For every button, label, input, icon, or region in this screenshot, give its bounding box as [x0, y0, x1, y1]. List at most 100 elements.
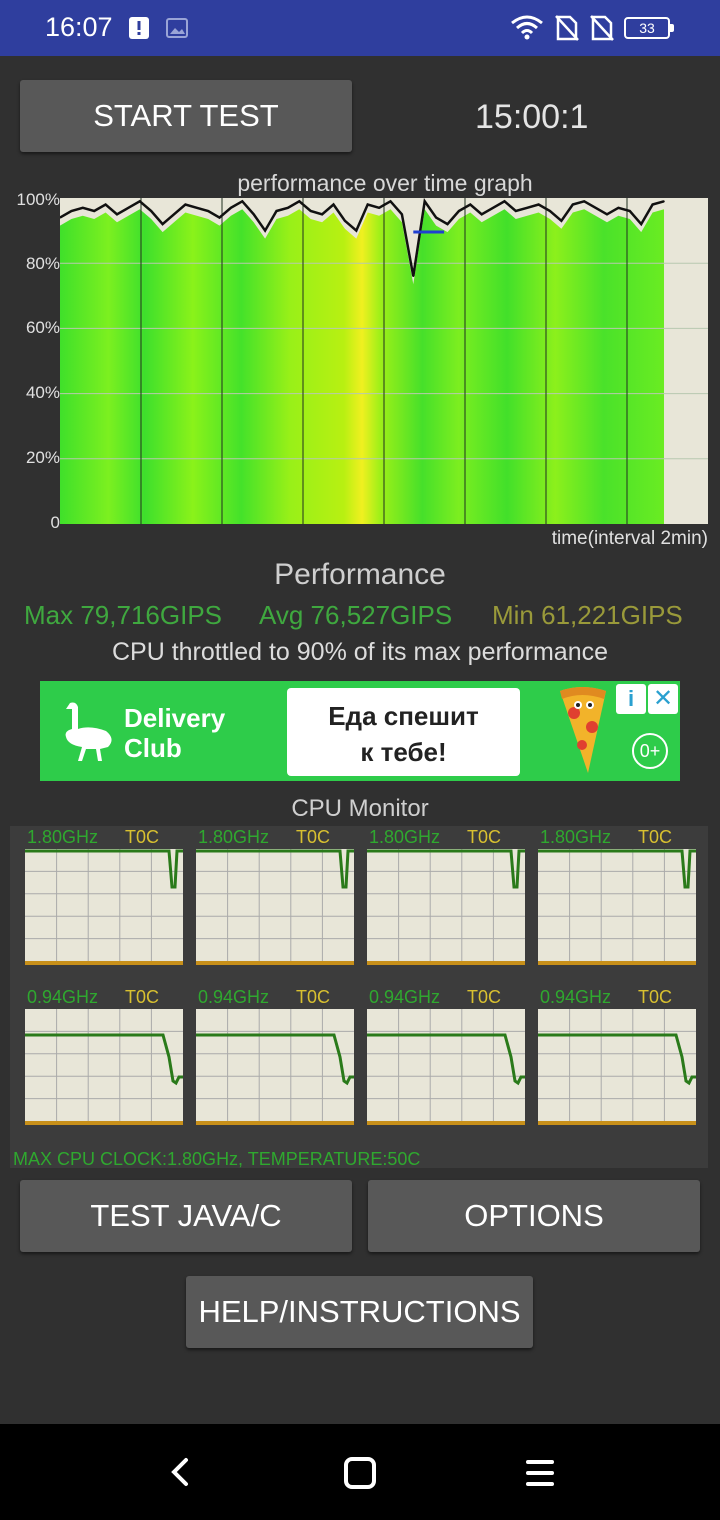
data-point	[537, 203, 540, 206]
data-point	[309, 210, 312, 212]
core-chart-bg	[25, 849, 183, 961]
data-point	[355, 229, 358, 232]
core-temperature: T0C	[467, 987, 502, 1007]
data-point	[446, 223, 449, 225]
core-graph-4: 1.80GHz T0C	[538, 827, 696, 965]
alert-icon	[129, 17, 149, 39]
core-temperature: T0C	[467, 827, 502, 847]
data-point	[344, 220, 346, 222]
data-point	[104, 203, 107, 206]
data-point	[184, 203, 187, 206]
performance-graph	[60, 198, 708, 524]
data-point	[366, 203, 369, 206]
core-chart-bg	[196, 849, 354, 961]
data-point	[458, 210, 460, 212]
data-point	[606, 213, 608, 216]
max-performance: Max 79,716GIPS	[24, 600, 222, 630]
core-temperature: T0C	[296, 987, 331, 1007]
core-temperature: T0C	[638, 987, 673, 1007]
data-point	[480, 213, 483, 216]
core-frequency: 1.80GHz	[27, 827, 99, 847]
y-tick-40: 40%	[25, 383, 60, 402]
data-point	[401, 213, 403, 216]
data-point	[332, 203, 335, 206]
data-point	[423, 200, 426, 203]
test-timer: 15:00:1	[475, 98, 589, 136]
core-chart-baseline	[538, 961, 696, 965]
data-point	[435, 216, 437, 219]
core-graph-1: 1.80GHz T0C	[25, 827, 183, 965]
performance-area	[60, 209, 664, 524]
core-chart-baseline	[196, 961, 354, 965]
data-point	[412, 275, 415, 277]
core-chart-baseline	[367, 961, 525, 965]
core-chart	[538, 849, 696, 965]
core-chart	[196, 849, 354, 965]
y-tick-20: 20%	[25, 448, 60, 467]
battery-icon: 33	[624, 17, 670, 39]
help-instructions-button[interactable]: HELP/INSTRUCTIONS	[186, 1276, 533, 1348]
data-point	[252, 213, 255, 216]
status-time: 16:07	[45, 12, 113, 42]
options-button[interactable]: OPTIONS	[368, 1180, 700, 1252]
core-frequency: 1.80GHz	[198, 827, 270, 847]
core-frequency: 0.94GHz	[198, 987, 270, 1007]
image-icon	[166, 18, 188, 38]
ostrich-logo-icon	[65, 702, 112, 761]
data-point	[173, 213, 175, 216]
data-point	[82, 207, 84, 209]
data-point	[264, 229, 266, 232]
data-point	[629, 210, 631, 212]
core-temperature: T0C	[125, 827, 160, 847]
core-chart	[367, 849, 525, 965]
core-chart-baseline	[367, 1121, 525, 1125]
data-point	[663, 200, 665, 203]
data-point	[469, 203, 472, 206]
y-tick-100: 100%	[16, 190, 60, 209]
data-point	[298, 200, 301, 203]
cpu-monitor-title: CPU Monitor	[291, 795, 429, 822]
throttle-text: CPU throttled to 90% of its max performa…	[111, 638, 609, 666]
core-temperature: T0C	[638, 827, 673, 847]
core-frequency: 0.94GHz	[27, 987, 99, 1007]
data-point	[161, 223, 164, 225]
ad-close-button[interactable]: ✕	[648, 684, 678, 714]
data-point	[572, 203, 574, 206]
start-test-button[interactable]: START TEST	[20, 80, 352, 152]
core-chart-bg	[367, 1009, 525, 1121]
ad-text-line1: Еда спешит	[328, 701, 479, 731]
ad-banner[interactable]: Delivery Club Еда спешит к тебе! i ✕ 0+	[40, 681, 680, 781]
data-point	[150, 210, 152, 212]
data-point	[207, 210, 209, 212]
data-point	[389, 200, 392, 203]
data-point	[526, 207, 528, 209]
core-chart-baseline	[25, 961, 183, 965]
y-tick-60: 60%	[25, 318, 60, 337]
core-graph-8: 0.94GHz T0C	[538, 987, 696, 1125]
status-bar: 16:07 33	[0, 0, 720, 56]
ad-age-rating: 0+	[632, 733, 668, 769]
battery-tip	[670, 24, 674, 32]
core-graph-6: 0.94GHz T0C	[196, 987, 354, 1125]
core-graph-7: 0.94GHz T0C	[367, 987, 525, 1125]
test-java-c-button[interactable]: TEST JAVA/C	[20, 1180, 352, 1252]
data-point	[139, 200, 141, 203]
pizza-mascot-icon	[560, 687, 606, 773]
data-point	[594, 207, 597, 209]
menu-icon[interactable]	[524, 1458, 556, 1490]
home-icon[interactable]	[342, 1456, 378, 1490]
ad-text-line2: к тебе!	[360, 737, 447, 767]
core-chart-bg	[196, 1009, 354, 1121]
back-icon[interactable]	[166, 1456, 196, 1488]
core-chart	[538, 1009, 696, 1125]
data-point	[275, 210, 278, 212]
core-chart	[25, 849, 183, 965]
data-point	[651, 203, 654, 206]
core-chart	[25, 1009, 183, 1125]
core-frequency: 1.80GHz	[369, 827, 441, 847]
core-chart	[367, 1009, 525, 1125]
ad-info-button[interactable]: i	[616, 684, 646, 714]
wifi-icon	[511, 15, 543, 40]
core-temperature: T0C	[296, 827, 331, 847]
data-point	[218, 216, 221, 219]
